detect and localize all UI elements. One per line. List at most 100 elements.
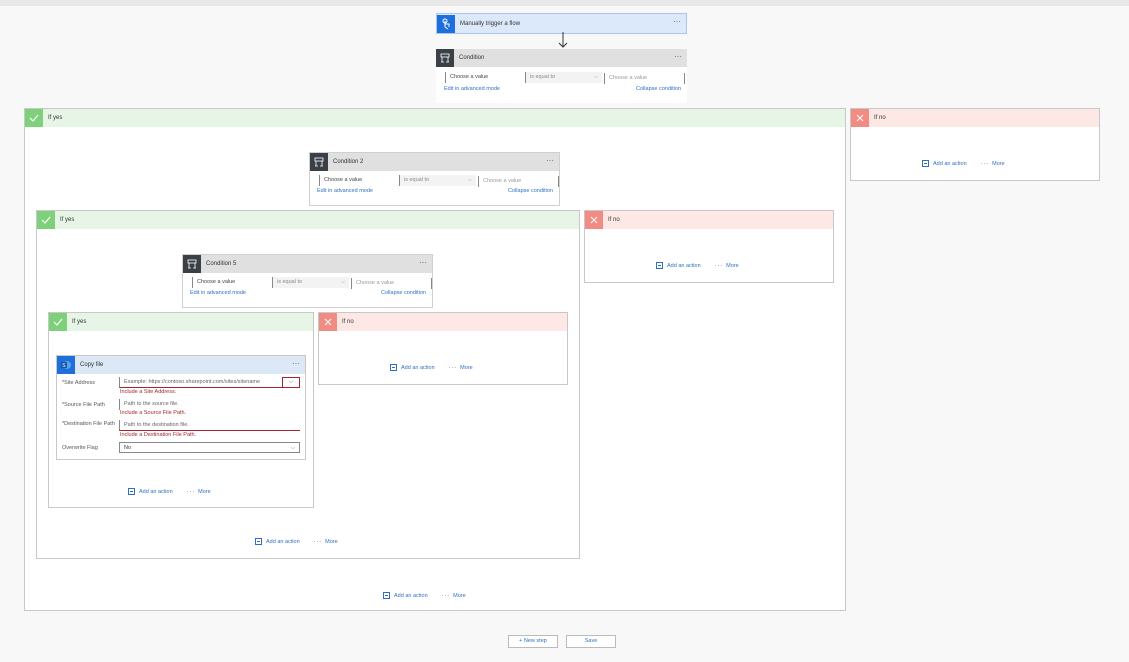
condition-right-value[interactable]: Choose a value (478, 176, 559, 187)
arrow-down-icon (558, 32, 568, 48)
condition-5-menu-icon[interactable]: ··· (419, 258, 427, 267)
if-yes-header-2[interactable]: If yes (37, 211, 579, 229)
trigger-header[interactable]: Manually trigger a flow ··· (436, 13, 687, 34)
condition-operator-select[interactable]: is equal to ⌵ (273, 277, 349, 288)
condition-header[interactable]: Condition ··· (436, 49, 687, 67)
add-action-button[interactable]: Add an action (667, 263, 701, 269)
copy-file-card[interactable]: S Copy file ··· *Site Address Example: h… (56, 355, 306, 460)
if-yes-header-1[interactable]: If yes (25, 109, 845, 127)
save-button[interactable]: Save (566, 635, 616, 648)
site-address-dropdown[interactable]: ⌵ (282, 377, 300, 388)
condition-5-card[interactable]: Condition 5 ··· Choose a value is equal … (182, 254, 433, 308)
copy-file-header[interactable]: S Copy file ··· (57, 356, 305, 374)
condition-icon (310, 153, 328, 171)
trigger-card[interactable]: Manually trigger a flow ··· (436, 13, 687, 34)
add-action-row-1: Add an action ··· More (383, 592, 466, 599)
trigger-title: Manually trigger a flow (460, 20, 521, 27)
condition-5-header[interactable]: Condition 5 ··· (183, 255, 432, 273)
if-yes-header-3[interactable]: If yes (49, 313, 313, 331)
operator-label: is equal to (530, 74, 556, 80)
condition-5-title: Condition 5 (206, 261, 237, 267)
copy-file-menu-icon[interactable]: ··· (292, 359, 300, 368)
new-step-button[interactable]: + New step (508, 635, 558, 648)
collapse-condition-link[interactable]: Collapse condition (508, 188, 553, 194)
top-bar (0, 0, 1129, 6)
operator-label: is equal to (277, 279, 303, 285)
add-action-button[interactable]: Add an action (401, 365, 435, 371)
condition-card[interactable]: Condition ··· Choose a value is equal to… (436, 49, 687, 103)
edit-advanced-link[interactable]: Edit in advanced mode (190, 290, 246, 296)
condition-2-row: Choose a value is equal to ⌵ Choose a va… (310, 171, 559, 205)
dest-path-label: *Destination File Path (62, 421, 115, 427)
add-action-button[interactable]: Add an action (933, 161, 967, 167)
more-button[interactable]: ··· More (187, 489, 211, 495)
add-action-button[interactable]: Add an action (266, 539, 300, 545)
condition-2-header[interactable]: Condition 2 ··· (310, 153, 559, 171)
more-label: More (198, 488, 211, 495)
site-address-input[interactable]: Example: https://contoso.sharepoint.com/… (119, 377, 300, 388)
more-button[interactable]: ··· More (442, 593, 466, 599)
more-label: More (453, 592, 466, 599)
more-label: More (325, 538, 338, 545)
add-action-icon[interactable] (255, 538, 262, 545)
if-no-header-3[interactable]: If no (319, 313, 567, 331)
collapse-condition-link[interactable]: Collapse condition (381, 290, 426, 296)
source-path-error: Include a Source File Path. (120, 410, 187, 416)
more-label: More (460, 364, 473, 371)
source-path-placeholder: Path to the source file. (124, 401, 179, 407)
add-action-button[interactable]: Add an action (394, 593, 428, 599)
condition-icon (436, 49, 454, 67)
condition-2-menu-icon[interactable]: ··· (546, 156, 554, 165)
condition-menu-icon[interactable]: ··· (674, 52, 682, 61)
add-action-row-no-3: Add an action ··· More (390, 364, 473, 371)
if-no-header-2[interactable]: If no (585, 211, 833, 229)
condition-operator-select[interactable]: is equal to ⌵ (400, 175, 476, 186)
condition-operator-select[interactable]: is equal to ⌵ (526, 72, 602, 83)
condition-title: Condition (459, 55, 485, 61)
add-action-button[interactable]: Add an action (139, 489, 173, 495)
collapse-condition-link[interactable]: Collapse condition (636, 86, 681, 92)
overwrite-flag-select[interactable]: No ⌵ (119, 442, 300, 453)
more-dots-icon: ··· (186, 488, 196, 495)
if-no-header-1[interactable]: If no (851, 109, 1099, 127)
condition-right-value[interactable]: Choose a value (351, 278, 432, 289)
more-label: More (992, 160, 1005, 167)
chevron-down-icon: ⌵ (340, 279, 345, 285)
add-action-row-3: Add an action ··· More (128, 488, 211, 495)
checkmark-icon (37, 211, 55, 229)
add-action-icon[interactable] (383, 592, 390, 599)
edit-advanced-link[interactable]: Edit in advanced mode (444, 86, 500, 92)
add-action-row-2: Add an action ··· More (255, 538, 338, 545)
more-dots-icon: ··· (714, 262, 724, 269)
add-action-icon[interactable] (128, 488, 135, 495)
more-button[interactable]: ··· More (981, 161, 1005, 167)
add-action-icon[interactable] (656, 262, 663, 269)
condition-left-value[interactable]: Choose a value (319, 175, 400, 186)
site-address-placeholder: Example: https://contoso.sharepoint.com/… (124, 379, 261, 385)
add-action-icon[interactable] (922, 160, 929, 167)
dest-path-input[interactable]: Path to the destination file. (119, 420, 300, 431)
source-path-label: *Source File Path (62, 402, 105, 408)
if-no-branch-2: If no Add an action ··· More (584, 210, 834, 283)
condition-left-value[interactable]: Choose a value (445, 72, 526, 83)
condition-left-value[interactable]: Choose a value (192, 277, 273, 288)
condition-right-value[interactable]: Choose a value (604, 73, 685, 84)
if-no-branch-1: If no Add an action ··· More (850, 108, 1100, 181)
add-action-icon[interactable] (390, 364, 397, 371)
condition-5-row: Choose a value is equal to ⌵ Choose a va… (183, 273, 432, 307)
trigger-menu-icon[interactable]: ··· (673, 17, 681, 26)
add-action-row-no-1: Add an action ··· More (922, 160, 1005, 167)
more-button[interactable]: ··· More (715, 263, 739, 269)
source-path-input[interactable]: Path to the source file. (119, 399, 300, 410)
site-address-label: *Site Address (62, 380, 96, 386)
overwrite-flag-label: Overwrite Flag (62, 445, 98, 451)
touch-hand-icon (437, 14, 455, 33)
condition-2-card[interactable]: Condition 2 ··· Choose a value is equal … (309, 152, 560, 206)
overwrite-flag-value: No (124, 445, 132, 451)
more-button[interactable]: ··· More (449, 365, 473, 371)
copy-file-title: Copy file (80, 362, 104, 368)
more-dots-icon: ··· (441, 592, 451, 599)
edit-advanced-link[interactable]: Edit in advanced mode (317, 188, 373, 194)
more-button[interactable]: ··· More (314, 539, 338, 545)
if-no-branch-3: If no Add an action ··· More (318, 312, 568, 385)
